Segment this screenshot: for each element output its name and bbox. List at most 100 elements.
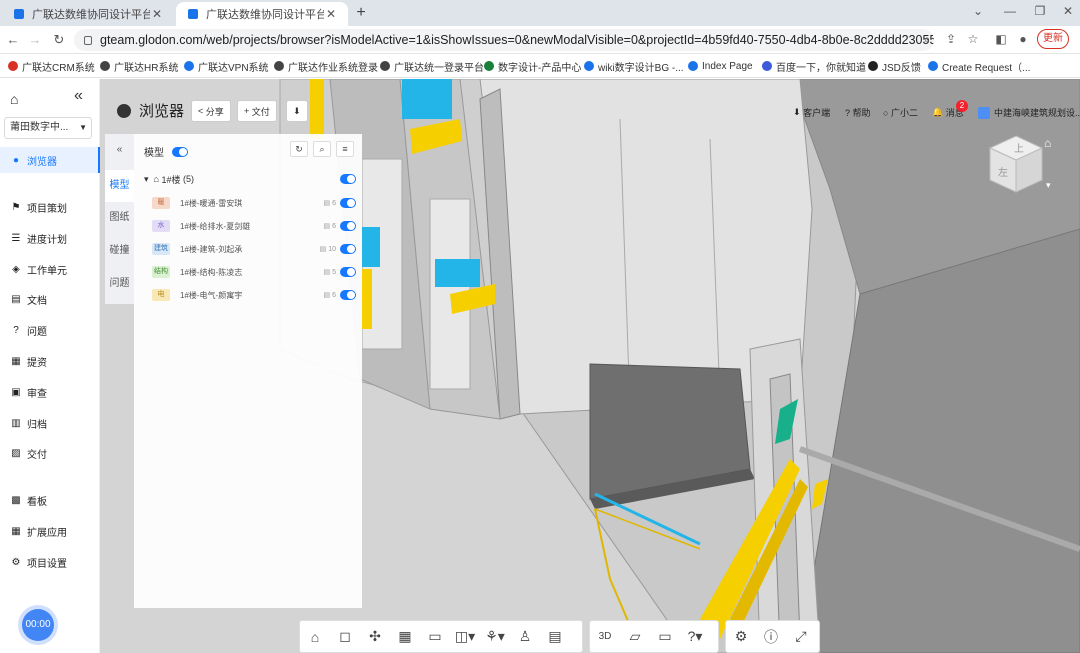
sidebar-item-settings[interactable]: ⚙ 项目设置 [0, 549, 100, 575]
fit-view-icon[interactable]: ◻ [330, 622, 360, 652]
sidebar-item-archive[interactable]: ▥ 归档 [0, 410, 100, 436]
measure-icon[interactable]: ⚘▾ [480, 622, 510, 652]
forward-icon[interactable]: → [26, 32, 44, 48]
view-cube[interactable]: 上 左 [984, 132, 1048, 196]
sidebar-item-planning[interactable]: ⚑ 项目策划 [0, 194, 100, 220]
sidebar-item-dashboard[interactable]: ▩ 看板 [0, 487, 100, 513]
profile-icon[interactable]: ● [1014, 32, 1032, 48]
sidebar-item-review[interactable]: ▣ 审查 [0, 379, 100, 405]
tab-issues[interactable]: 问题 [105, 268, 134, 300]
bookmark-star-icon[interactable]: ☆ [964, 32, 982, 48]
sidebar-item-schedule[interactable]: ☰ 进度计划 [0, 225, 100, 251]
help-link[interactable]: ? 帮助 [845, 106, 871, 119]
tab-search-icon[interactable]: ⌄ [968, 4, 988, 18]
cube-home-icon[interactable]: ⌂ [1044, 136, 1051, 150]
sidebar-item-work-unit[interactable]: ◈ 工作单元 [0, 256, 100, 282]
root-visibility-toggle[interactable] [340, 174, 356, 184]
bookmark-item[interactable]: 广联达统一登录平台 [380, 58, 484, 74]
bookmark-item[interactable]: 广联达HR系统 [100, 58, 178, 74]
gear-icon[interactable]: ⚙ [726, 622, 756, 652]
sidebar-item-label: 审查 [27, 388, 47, 400]
user-menu[interactable]: 中建海峡建筑规划设... [978, 106, 1080, 119]
model-row-toggle[interactable] [340, 290, 356, 300]
collapse-sidebar-icon[interactable]: « [74, 87, 83, 105]
model-row[interactable]: 暖 1#楼-暖通-雷安琪 ▤ 6 [152, 196, 356, 210]
recording-timer[interactable]: 00:00 [22, 609, 54, 641]
client-download[interactable]: ⬇ 客户端 [793, 106, 830, 119]
menu-icon[interactable]: ≡ [336, 141, 354, 157]
sidebar-item-issues[interactable]: ? 问题 [0, 317, 100, 343]
reload-icon[interactable]: ↻ [50, 32, 68, 48]
minimize-icon[interactable]: — [1000, 4, 1020, 18]
bookmark-item[interactable]: 广联达VPN系统 [184, 58, 269, 74]
bookmark-item[interactable]: 数字设计-产品中心 [484, 58, 581, 74]
help-icon: ? [845, 107, 851, 118]
browser-tab[interactable]: 广联达数维协同设计平台 ✕ [2, 2, 174, 26]
home-icon[interactable]: ⌂ [10, 91, 18, 107]
grid-icon[interactable]: ▦ [390, 622, 420, 652]
close-window-icon[interactable]: ✕ [1058, 4, 1078, 18]
model-row[interactable]: 电 1#楼-电气-颜寓宇 ▤ 6 [152, 288, 356, 302]
section-icon[interactable]: ✣ [360, 622, 390, 652]
3d-2d-toggle-icon[interactable]: 3D [590, 622, 620, 652]
camera-icon[interactable]: ▱ [620, 622, 650, 652]
sidebar-item-submit[interactable]: ▦ 提资 [0, 348, 100, 374]
back-icon[interactable]: ← [4, 32, 22, 48]
help-dropdown-icon[interactable]: ?▾ [680, 622, 710, 652]
share-icon[interactable]: ⇪ [942, 32, 960, 48]
sidebar-item-documents[interactable]: ▤ 文档 [0, 286, 100, 312]
fullscreen-icon[interactable]: ⤢ [786, 622, 816, 652]
model-row-toggle[interactable] [340, 244, 356, 254]
deliver-button[interactable]: + 文付 [237, 100, 277, 122]
url-field[interactable]: gteam.glodon.com/web/projects/browser?is… [74, 29, 934, 51]
assistant-link[interactable]: ○ 广小二 [883, 106, 918, 119]
info-icon[interactable]: ⓘ [756, 622, 786, 652]
sidebar-item-delivery[interactable]: ▨ 交付 [0, 440, 100, 466]
bookmark-item[interactable]: wiki数字设计BG -... [584, 58, 684, 74]
bookmark-item[interactable]: 广联达作业系统登录 [274, 58, 378, 74]
sidebar-item-label: 归档 [27, 419, 47, 431]
section-box-icon[interactable]: ▭ [420, 622, 450, 652]
comment-icon[interactable]: ▭ [650, 622, 680, 652]
walk-mode-icon[interactable]: ♙ [510, 622, 540, 652]
cube-menu-icon[interactable]: ▾ [1046, 180, 1051, 191]
tab-close-icon[interactable]: ✕ [324, 7, 338, 21]
bookmark-label: 广联达CRM系统 [22, 62, 95, 74]
model-row-toggle[interactable] [340, 221, 356, 231]
home-view-icon[interactable]: ⌂ [300, 622, 330, 652]
bookmark-item[interactable]: JSD反馈 [868, 58, 921, 74]
collapse-panel-button[interactable]: « [105, 134, 134, 166]
zoom-icon[interactable]: ⌕ [918, 32, 936, 48]
bookmark-item[interactable]: Create Request（... [928, 58, 1030, 74]
sidebar-item-browser[interactable]: ● 浏览器 [0, 147, 100, 173]
user-name: 中建海峡建筑规划设... [994, 108, 1080, 118]
browser-tab-active[interactable]: 广联达数维协同设计平台 ✕ [176, 2, 348, 26]
side-panel-icon[interactable]: ◧ [992, 32, 1010, 48]
share-button[interactable]: < 分享 [191, 100, 231, 122]
bookmark-item[interactable]: Index Page [688, 58, 753, 74]
refresh-icon[interactable]: ↻ [290, 141, 308, 157]
model-row[interactable]: 结构 1#楼-结构-陈凌志 ▤ 5 [152, 265, 356, 279]
restore-icon[interactable]: ❐ [1030, 4, 1050, 18]
model-row[interactable]: 建筑 1#楼-建筑-刘起承 ▤ 10 [152, 242, 356, 256]
tab-model[interactable]: 模型 [105, 170, 134, 202]
model-row-toggle[interactable] [340, 267, 356, 277]
new-tab-button[interactable]: + [352, 4, 370, 22]
properties-icon[interactable]: ▤ [540, 622, 570, 652]
tab-drawings[interactable]: 图纸 [105, 202, 134, 234]
model-row-toggle[interactable] [340, 198, 356, 208]
model-row[interactable]: 水 1#楼-给排水-夏剑雄 ▤ 6 [152, 219, 356, 233]
bookmark-item[interactable]: 广联达CRM系统 [8, 58, 95, 74]
tab-favicon-icon [14, 9, 24, 19]
update-button[interactable]: 更新 [1037, 29, 1069, 49]
sidebar-item-extensions[interactable]: ▦ 扩展应用 [0, 518, 100, 544]
search-icon[interactable]: ⌕ [313, 141, 331, 157]
project-selector[interactable]: 莆田数字中... ▼ [4, 117, 92, 139]
tree-root-building[interactable]: ▾ ⌂ 1#楼 (5) [144, 172, 356, 186]
bookmark-item[interactable]: 百度一下，你就知道 [762, 58, 866, 74]
download-button[interactable]: ⬇ [286, 100, 308, 122]
cut-plane-icon[interactable]: ◫▾ [450, 622, 480, 652]
model-visibility-toggle[interactable] [172, 146, 188, 157]
tab-close-icon[interactable]: ✕ [150, 7, 164, 21]
tab-clash[interactable]: 碰撞 [105, 235, 134, 267]
